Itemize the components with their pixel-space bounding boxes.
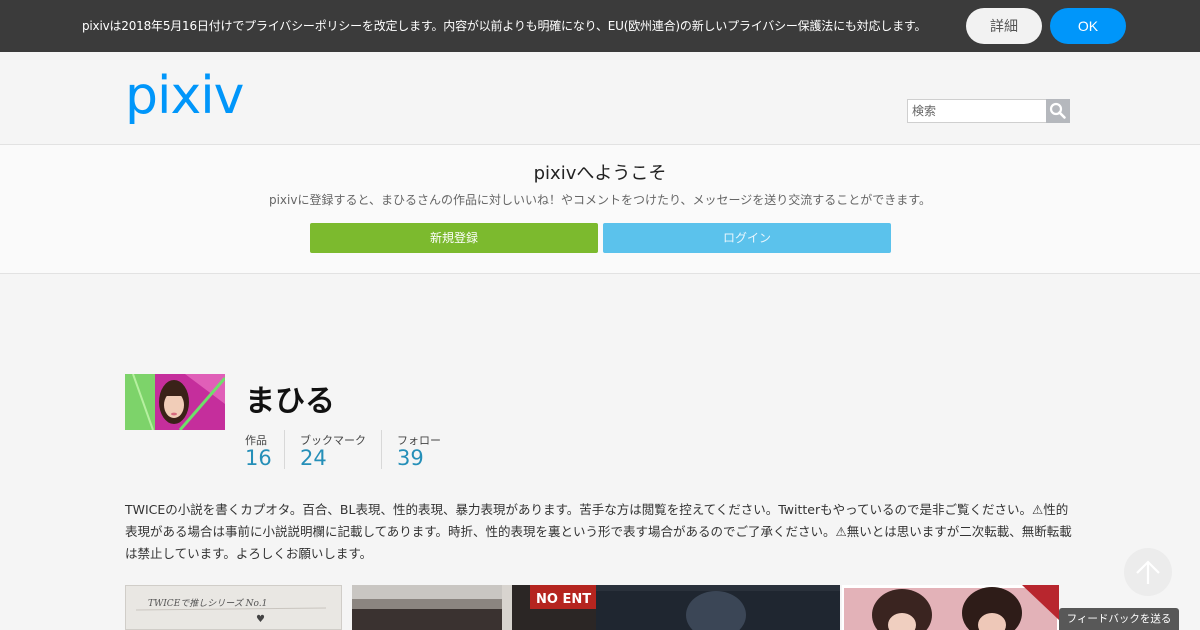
welcome-description: pixivに登録すると、まひるさんの作品に対しいいね！やコメントをつけたり、メッ…: [268, 193, 932, 207]
site-header: pixiv: [0, 52, 1200, 145]
work-thumbnail-1[interactable]: TWICEで推しシリーズ No.1 ♥: [125, 585, 342, 630]
svg-text:NO ENT: NO ENT: [536, 592, 591, 607]
login-button[interactable]: ログイン: [603, 223, 891, 253]
ok-button[interactable]: OK: [1050, 8, 1126, 44]
stat-value: 16: [245, 446, 272, 470]
welcome-title: pixivへようこそ: [533, 163, 667, 184]
thumbnail-image: [596, 585, 840, 630]
signup-button[interactable]: 新規登録: [310, 223, 598, 253]
username: まひる: [245, 384, 335, 419]
profile-bio: TWICEの小説を書くカプオタ。百合、BL表現、性的表現、暴力表現があります。苦…: [125, 502, 1072, 561]
scroll-to-top-button[interactable]: [1124, 548, 1172, 596]
avatar-image: [125, 374, 225, 430]
work-thumbnail-3[interactable]: [596, 585, 840, 630]
svg-text:pixiv: pixiv: [125, 68, 244, 126]
stat-divider: [284, 430, 285, 469]
arrow-up-icon: [1136, 560, 1160, 584]
feedback-button[interactable]: フィードバックを送る: [1059, 608, 1179, 630]
stat-value: 39: [397, 446, 424, 470]
avatar[interactable]: [125, 374, 225, 430]
thumbnail-image: TWICEで推しシリーズ No.1 ♥: [126, 586, 341, 629]
search-button[interactable]: [1046, 99, 1070, 123]
privacy-notice-bar: pixivは2018年5月16日付けでプライバシーポリシーを改定します。内容が以…: [0, 0, 1200, 52]
thumbnail-image: NO ENT: [352, 585, 596, 630]
welcome-panel: pixivへようこそ pixivに登録すると、まひるさんの作品に対しいいね！やコ…: [0, 145, 1200, 274]
stat-divider: [381, 430, 382, 469]
search-icon: [1049, 102, 1066, 119]
work-thumbnail-4[interactable]: [842, 585, 1059, 630]
work-thumbnail-2[interactable]: NO ENT: [352, 585, 596, 630]
search-input[interactable]: [908, 100, 1046, 122]
svg-text:TWICEで推しシリーズ No.1: TWICEで推しシリーズ No.1: [148, 598, 267, 609]
details-button[interactable]: 詳細: [966, 8, 1042, 44]
svg-text:♥: ♥: [256, 614, 265, 625]
stat-value: 24: [300, 446, 327, 470]
privacy-notice-text: pixivは2018年5月16日付けでプライバシーポリシーを改定します。内容が以…: [82, 19, 927, 33]
pixiv-logo[interactable]: pixiv: [125, 68, 255, 128]
thumbnail-image: [842, 585, 1059, 630]
search-box: [907, 99, 1070, 123]
